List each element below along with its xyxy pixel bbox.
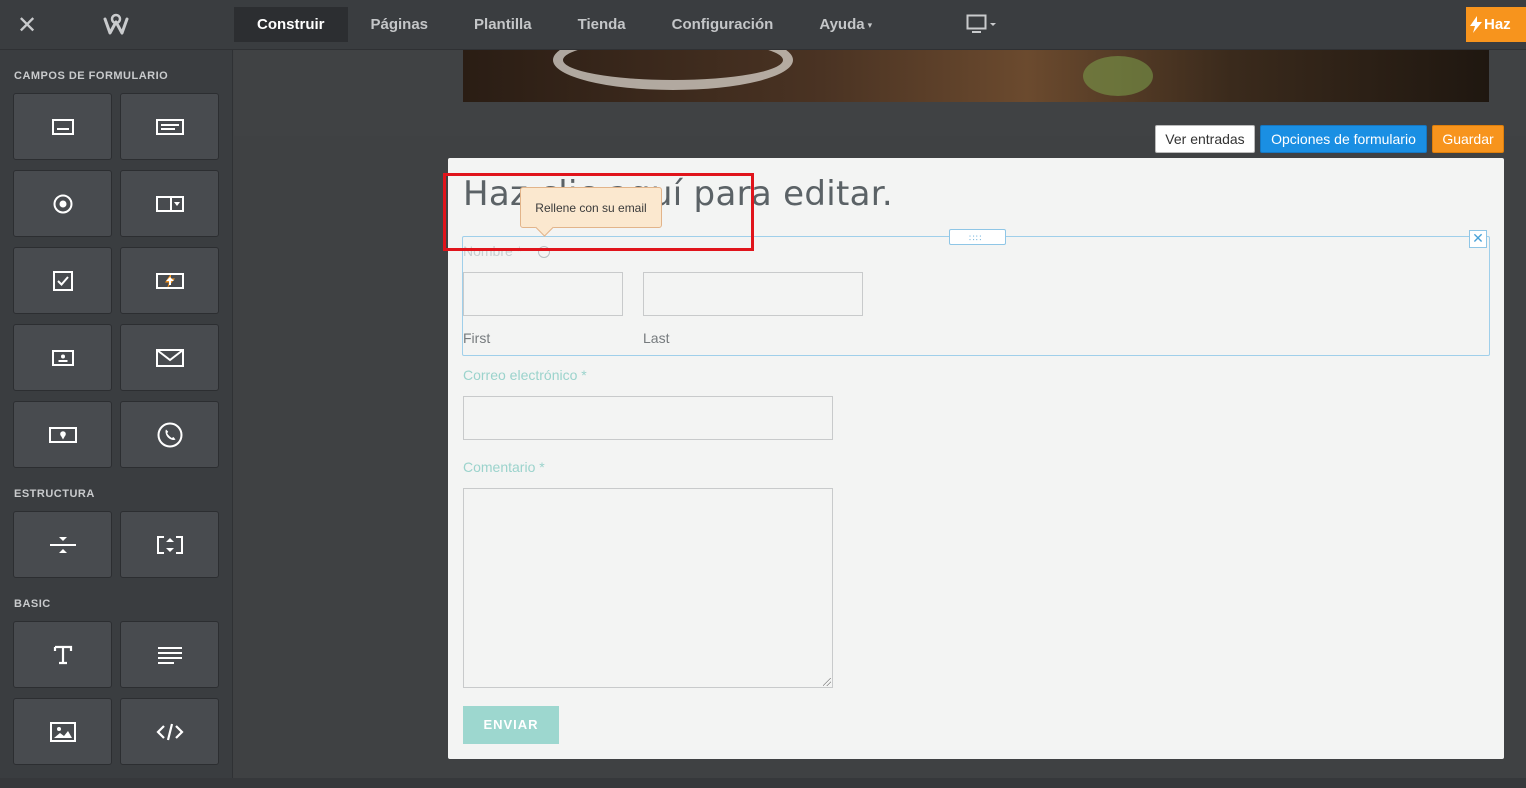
tile-divider[interactable] (13, 511, 112, 578)
last-name-sublabel: Last (643, 330, 670, 346)
phone-icon (157, 422, 182, 447)
tile-name[interactable] (13, 324, 112, 391)
hero-food-shape (1083, 56, 1153, 96)
hero-plate-shape (553, 50, 793, 90)
nav-label: Configuración (671, 16, 774, 33)
nav-label: Ayuda (819, 16, 865, 33)
upgrade-label: Haz (1484, 16, 1511, 33)
email-envelope-icon (155, 348, 184, 367)
paragraph-text-icon (157, 646, 182, 664)
submit-button[interactable]: ENVIAR (463, 706, 559, 744)
tile-spacer[interactable] (120, 511, 219, 578)
tile-address[interactable] (13, 401, 112, 468)
tile-radio[interactable] (13, 170, 112, 237)
tile-dropdown[interactable] (120, 170, 219, 237)
nav-ayuda[interactable]: Ayuda ▾ (796, 7, 895, 42)
drag-handle[interactable]: ∷∷ (949, 229, 1006, 245)
tile-paragraph[interactable] (120, 621, 219, 688)
section-title-form-fields: CAMPOS DE FORMULARIO (14, 70, 169, 82)
tile-single-line-input[interactable] (13, 93, 112, 160)
embed-code-icon (155, 723, 184, 740)
email-field-label: Correo electrónico * (463, 367, 587, 383)
tile-paragraph-input[interactable] (120, 93, 219, 160)
canvas-bottom-strip (0, 778, 1526, 788)
single-line-input-icon (51, 118, 74, 135)
lightning-bolt-icon (1470, 16, 1482, 33)
nav-label: Páginas (370, 16, 429, 33)
header-section (234, 50, 1526, 136)
spacer-icon (156, 535, 183, 554)
chevron-down-icon: ▾ (867, 19, 873, 30)
weebly-logo[interactable] (103, 13, 129, 37)
checkbox-icon (52, 270, 73, 291)
desktop-monitor-icon[interactable] (966, 14, 998, 36)
address-pin-icon (48, 426, 77, 443)
upgrade-button[interactable]: Haz (1466, 7, 1526, 42)
email-input[interactable] (463, 396, 833, 440)
paragraph-input-icon (155, 118, 184, 135)
dropdown-select-icon (155, 195, 184, 212)
divider-icon (49, 536, 76, 553)
close-icon[interactable]: ✕ (16, 13, 38, 37)
remove-element-button[interactable]: ✕ (1469, 230, 1487, 248)
first-name-input[interactable] (463, 272, 623, 316)
image-icon (49, 721, 76, 742)
nav-plantilla[interactable]: Plantilla (451, 7, 555, 42)
resize-handle-icon[interactable] (823, 678, 831, 686)
nav-configuracion[interactable]: Configuración (649, 7, 797, 42)
tile-checkbox[interactable] (13, 247, 112, 314)
last-name-input[interactable] (643, 272, 863, 316)
drag-grip-icon: ∷∷ (969, 233, 983, 243)
section-title-basic: BASIC (14, 598, 51, 610)
tile-file-upload[interactable] (120, 247, 219, 314)
title-text-icon (53, 645, 72, 664)
comment-textarea[interactable] (463, 488, 833, 688)
save-button[interactable]: Guardar (1432, 125, 1504, 153)
name-card-icon (51, 349, 74, 366)
element-sidebar: CAMPOS DE FORMULARIO ESTRUCTURA BASIC (0, 50, 233, 788)
hero-image[interactable] (463, 50, 1489, 102)
tile-title[interactable] (13, 621, 112, 688)
comment-field-label: Comentario * (463, 459, 545, 475)
radio-button-icon (53, 194, 72, 213)
nav-label: Tienda (577, 16, 626, 33)
view-entries-button[interactable]: Ver entradas (1155, 125, 1255, 153)
nav-label: Construir (257, 16, 325, 33)
tile-email[interactable] (120, 324, 219, 391)
annotation-highlight-box (443, 173, 754, 251)
nav-paginas[interactable]: Páginas (348, 7, 452, 42)
main-nav: Construir Páginas Plantilla Tienda Confi… (234, 7, 895, 42)
file-upload-icon (155, 272, 184, 289)
first-name-sublabel: First (463, 330, 491, 346)
form-options-button[interactable]: Opciones de formulario (1260, 125, 1427, 153)
nav-label: Plantilla (474, 16, 532, 33)
tile-embed-code[interactable] (120, 698, 219, 765)
top-toolbar: ✕ Construir Páginas Plantilla Tienda Con… (0, 0, 1526, 50)
nav-tienda[interactable]: Tienda (555, 7, 649, 42)
nav-construir[interactable]: Construir (234, 7, 348, 42)
section-title-structure: ESTRUCTURA (14, 488, 95, 500)
tile-phone[interactable] (120, 401, 219, 468)
tile-image[interactable] (13, 698, 112, 765)
